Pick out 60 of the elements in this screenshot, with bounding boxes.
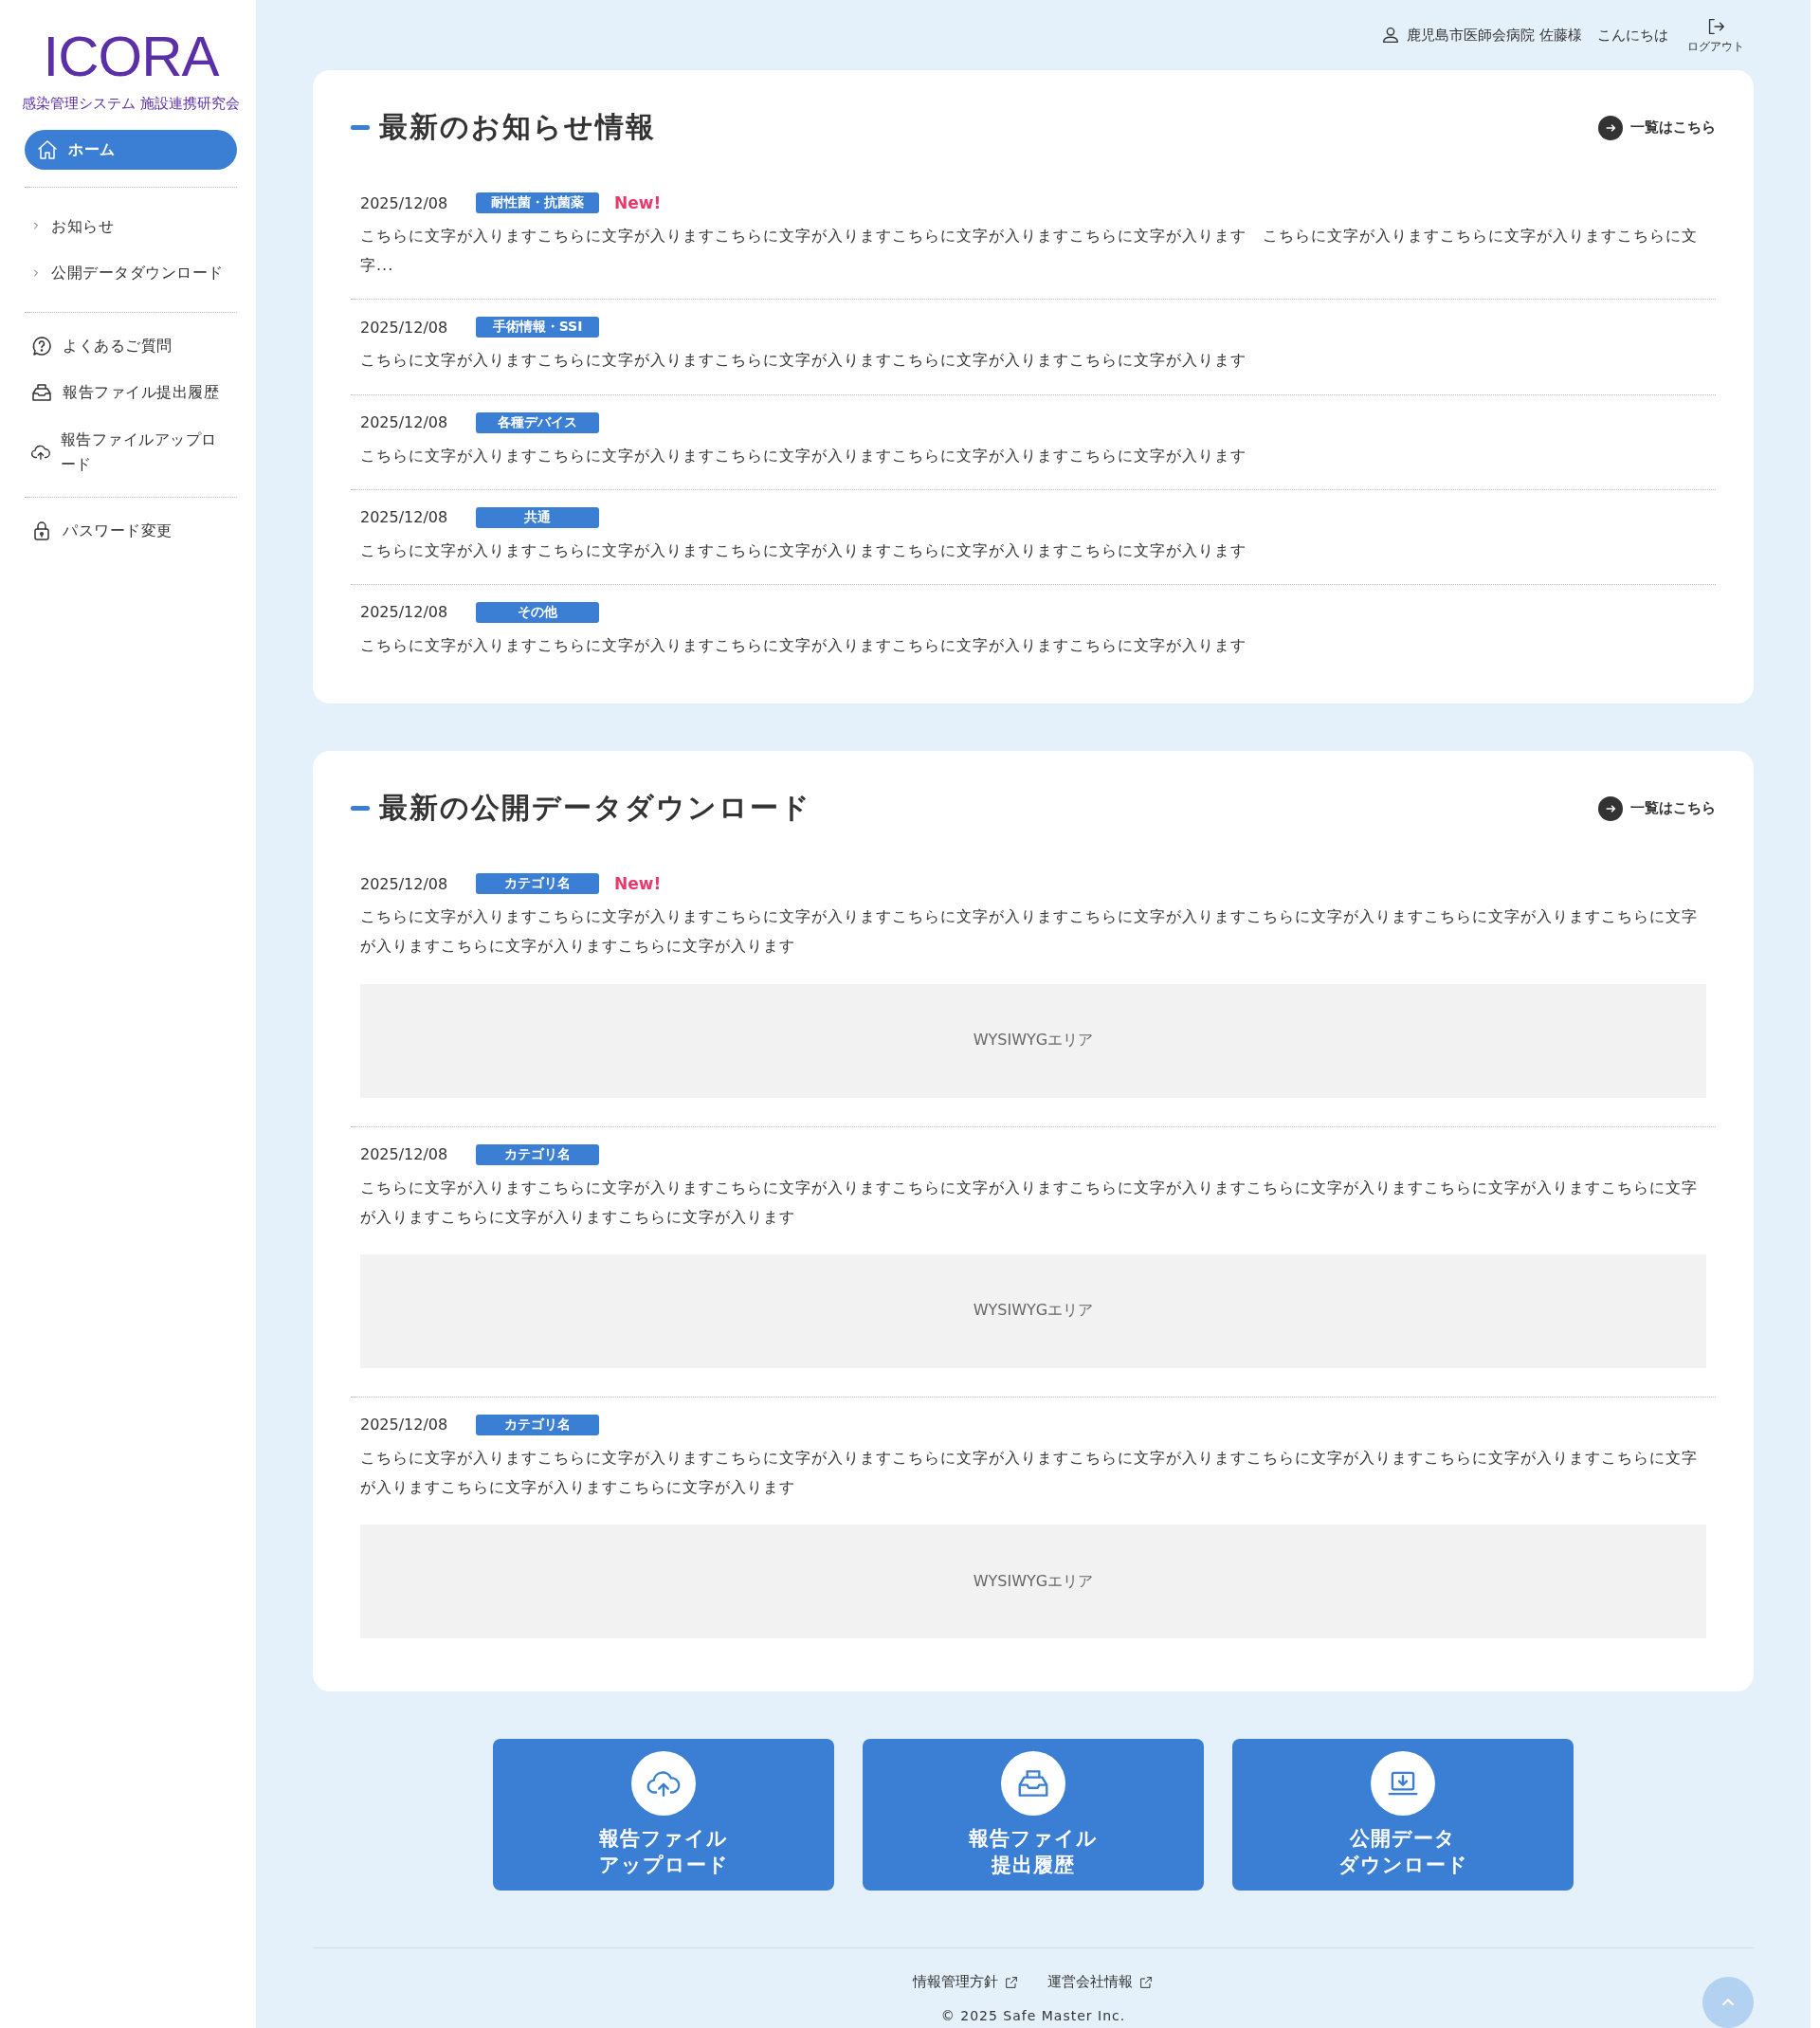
question-bubble-icon — [30, 334, 53, 357]
news-link[interactable]: こちらに文字が入りますこちらに文字が入りますこちらに文字が入りますこちらに文字が入りますこちらに文字が入ります — [360, 345, 1706, 375]
date: 2025/12/08 — [360, 318, 447, 337]
sidebar-item[interactable]: よくあるご質問 — [25, 323, 237, 368]
copyright: © 2025 Safe Master Inc. — [940, 2008, 1126, 2024]
news-link[interactable]: こちらに文字が入りますこちらに文字が入りますこちらに文字が入りますこちらに文字が入りますこちらに文字が入ります — [360, 535, 1706, 565]
new-label: New! — [614, 874, 662, 894]
sidebar-item[interactable]: 報告ファイルアップロード — [25, 417, 237, 486]
external-link-icon — [1138, 1974, 1154, 1990]
user-name: 鹿児島市医師会病院 佐藤様 — [1407, 26, 1582, 45]
wysiwyg-area: WYSIWYGエリア — [360, 1253, 1706, 1368]
news-link[interactable]: こちらに文字が入りますこちらに文字が入りますこちらに文字が入りますこちらに文字が入りますこちらに文字が入ります — [360, 630, 1706, 661]
date: 2025/12/08 — [360, 1145, 447, 1163]
wysiwyg-area: WYSIWYGエリア — [360, 983, 1706, 1098]
category-tag: 耐性菌・抗菌薬 — [476, 192, 599, 213]
section-title: 最新のお知らせ情報 — [379, 109, 656, 145]
logo-subtitle: 感染管理システム 施設連携研究会 — [21, 95, 241, 113]
sidebar-item[interactable]: 公開データダウンロード — [25, 251, 237, 295]
item-description: こちらに文字が入りますこちらに文字が入りますこちらに文字が入りますこちらに文字が入りますこちらに文字が入りますこちらに文字が入りますこちらに文字が入りますこちらに文字が入りますこちらに文字が入りますこちらに文字が入ります — [360, 1447, 1699, 1499]
quick-link-button[interactable]: 公開データ ダウンロード — [1232, 1739, 1574, 1891]
sidebar-item[interactable]: 報告ファイル提出履歴 — [25, 371, 237, 414]
date: 2025/12/08 — [360, 193, 447, 212]
news-link[interactable]: こちらに文字が入りますこちらに文字が入りますこちらに文字が入りますこちらに文字が入りますこちらに文字が入ります — [360, 440, 1706, 470]
logout-button[interactable]: ログアウト — [1687, 15, 1744, 55]
category-tag: 共通 — [476, 506, 599, 528]
external-link-icon — [1004, 1974, 1019, 1990]
date: 2025/12/08 — [360, 413, 447, 432]
quick-link-button[interactable]: 報告ファイル アップロード — [493, 1739, 834, 1891]
arrow-circle-icon — [1598, 115, 1623, 140]
wysiwyg-area: WYSIWYGエリア — [360, 1525, 1706, 1639]
title-dash — [351, 806, 370, 812]
category-tag: 手術情報・SSI — [476, 317, 599, 338]
view-all-link[interactable]: 一覧はこちら — [1598, 115, 1716, 140]
footer-link[interactable]: 運営会社情報 — [1047, 1973, 1154, 1992]
item-description: こちらに文字が入りますこちらに文字が入りますこちらに文字が入りますこちらに文字が入りますこちらに文字が入りますこちらに文字が入りますこちらに文字が入りますこちらに文字が入りますこちらに文字が入りますこちらに文字が入ります — [360, 906, 1699, 958]
scroll-top-button[interactable] — [1702, 1977, 1754, 2028]
date: 2025/12/08 — [360, 603, 447, 622]
date: 2025/12/08 — [360, 508, 447, 527]
greeting: こんにちは — [1597, 26, 1668, 45]
date: 2025/12/08 — [360, 874, 447, 893]
section-title: 最新の公開データダウンロード — [379, 790, 811, 827]
category-tag: カテゴリ名 — [476, 873, 599, 895]
item-description: こちらに文字が入りますこちらに文字が入りますこちらに文字が入りますこちらに文字が入りますこちらに文字が入りますこちらに文字が入りますこちらに文字が入りますこちらに文字が入りますこちらに文字が入りますこちらに文字が入ります — [360, 1177, 1699, 1228]
date: 2025/12/08 — [360, 1416, 447, 1434]
quick-link-button[interactable]: 報告ファイル 提出履歴 — [863, 1739, 1204, 1891]
footer-link[interactable]: 情報管理方針 — [913, 1973, 1019, 1992]
logo[interactable]: ICORA — [25, 28, 237, 85]
sidebar-item[interactable]: パスワード変更 — [25, 509, 237, 553]
view-all-link[interactable]: 一覧はこちら — [1598, 795, 1716, 821]
sidebar-item[interactable]: ホーム — [25, 130, 237, 170]
arrow-circle-icon — [1598, 795, 1623, 821]
category-tag: カテゴリ名 — [476, 1414, 599, 1435]
category-tag: 各種デバイス — [476, 411, 599, 433]
news-link[interactable]: こちらに文字が入りますこちらに文字が入りますこちらに文字が入りますこちらに文字が入りますこちらに文字が入ります こちらに文字が入りますこちらに文字が入りますこちらに文字... — [360, 221, 1706, 281]
sidebar-item[interactable]: お知らせ — [25, 204, 237, 248]
home-icon — [36, 137, 59, 161]
title-dash — [351, 125, 370, 130]
category-tag: その他 — [476, 601, 599, 623]
new-label: New! — [614, 193, 662, 212]
category-tag: カテゴリ名 — [476, 1143, 599, 1165]
